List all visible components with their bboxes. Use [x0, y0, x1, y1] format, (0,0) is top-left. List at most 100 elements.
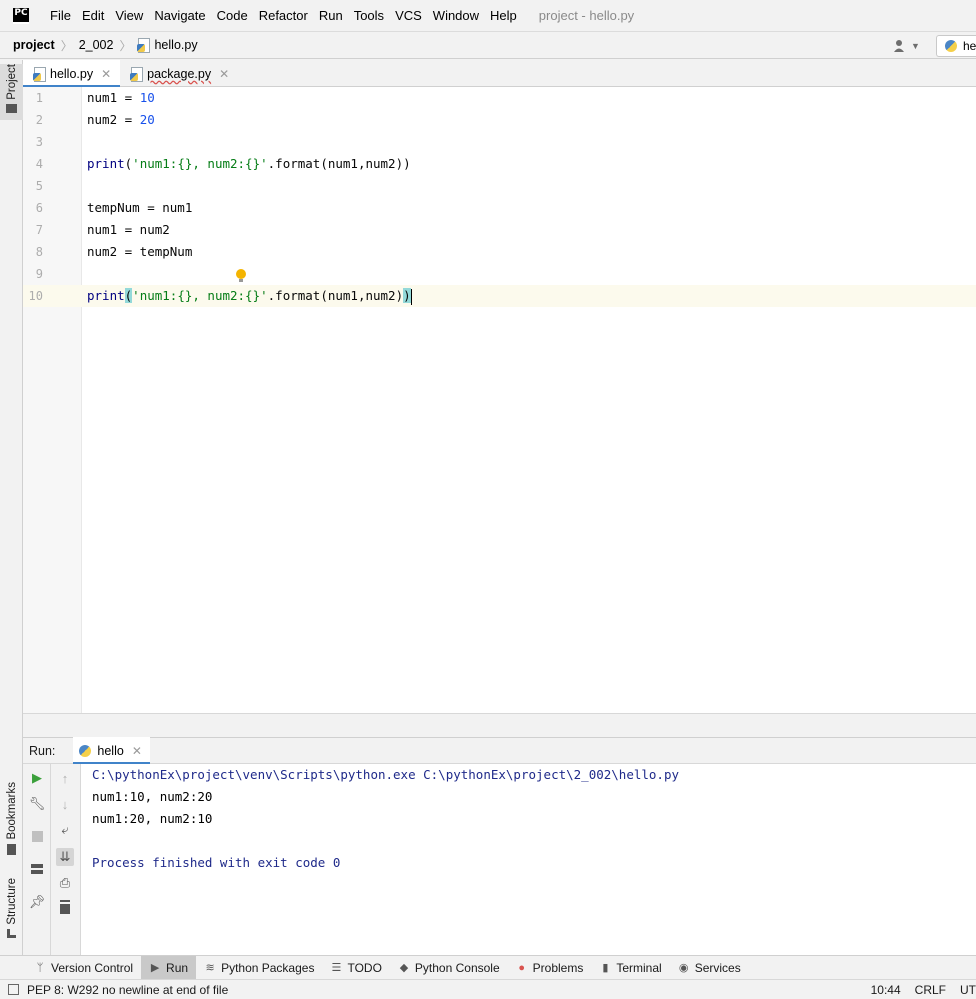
breadcrumb-project[interactable]: project	[13, 38, 55, 52]
file-encoding[interactable]: UTF-8	[960, 983, 976, 997]
matched-brace: )	[403, 288, 411, 303]
menu-tools[interactable]: Tools	[349, 0, 390, 31]
tab-hello-py[interactable]: hello.py ✕	[23, 60, 121, 88]
tool-button-label: Services	[694, 960, 741, 975]
run-tab-label: hello	[97, 743, 124, 758]
run-configuration-select[interactable]: he	[936, 35, 976, 57]
code-token: num1 = num2	[87, 222, 170, 237]
close-icon[interactable]: ✕	[101, 67, 111, 81]
print-icon[interactable]: ⎙	[58, 875, 72, 890]
tab-label: package.py	[147, 66, 212, 81]
console-line: C:\pythonEx\project\venv\Scripts\python.…	[92, 767, 679, 782]
code-token: 10	[139, 90, 155, 105]
project-tool-button[interactable]: Project	[0, 64, 23, 120]
close-icon[interactable]: ✕	[219, 67, 229, 81]
code-line[interactable]: 6 tempNum = num1	[23, 197, 976, 219]
code-token: 'num1:{}, num2:{}'	[132, 156, 268, 171]
code-line[interactable]: 4 print('num1:{}, num2:{}'.format(num1,nu…	[23, 153, 976, 175]
code-token: .format(num1,num2))	[267, 156, 411, 171]
project-tool-label: Project	[5, 64, 18, 100]
tool-button-label: TODO	[347, 960, 382, 975]
run-tab-hello[interactable]: hello ✕	[73, 737, 151, 765]
tool-button-problems[interactable]: ● Problems	[508, 956, 592, 980]
tool-button-terminal[interactable]: ▮ Terminal	[591, 956, 669, 980]
code-line[interactable]: 8 num2 = tempNum	[23, 241, 976, 263]
code-line[interactable]: 7 num1 = num2	[23, 219, 976, 241]
code-token: .format(num1,num2)	[267, 288, 404, 303]
menu-run[interactable]: Run	[314, 0, 349, 31]
line-number: 8	[35, 245, 43, 259]
menu-view[interactable]: View	[110, 0, 149, 31]
code-text: print('num1:{}, num2:{}'.format(num1,num…	[87, 285, 413, 307]
code-editor[interactable]: 1 num1 = 10 2 num2 = 20 3 4 print('num1:{}, nu…	[23, 87, 976, 713]
layers-icon: ≋	[205, 962, 215, 974]
pin-icon[interactable]: 📌︎	[29, 894, 46, 909]
tool-button-python-packages[interactable]: ≋ Python Packages	[196, 956, 322, 980]
menu-file[interactable]: File	[45, 0, 77, 31]
python-file-icon	[130, 66, 144, 82]
run-console-output[interactable]: C:\pythonEx\project\venv\Scripts\python.…	[81, 764, 976, 955]
code-token: num2 = tempNum	[87, 244, 193, 259]
left-tool-stripe: Project Bookmarks Structure	[0, 60, 23, 955]
stop-icon[interactable]	[30, 829, 44, 843]
user-account-icon[interactable]: ▼	[894, 37, 922, 55]
console-line: num1:10, num2:20	[92, 789, 213, 804]
tab-label: hello.py	[50, 66, 94, 81]
bookmarks-tool-label: Bookmarks	[5, 782, 18, 840]
menu-window[interactable]: Window	[428, 0, 485, 31]
close-icon[interactable]: ✕	[132, 744, 142, 758]
code-line[interactable]: 2 num2 = 20	[23, 109, 976, 131]
list-icon: ☰	[331, 962, 342, 974]
console-line: num1:20, num2:10	[92, 811, 213, 826]
arrow-up-icon[interactable]: ↑	[58, 771, 72, 786]
chevron-down-icon: ▼	[911, 41, 920, 51]
breadcrumb-file[interactable]: hello.py	[137, 38, 198, 53]
code-line[interactable]: 5	[23, 175, 976, 197]
bottom-tool-bar: ᛘ Version Control ▶ Run ≋ Python Packages ☰ TOD…	[0, 955, 976, 980]
line-separator[interactable]: CRLF	[915, 983, 946, 997]
code-line[interactable]: 10 print('num1:{}, num2:{}'.format(num1,n…	[23, 285, 976, 307]
scroll-to-end-icon[interactable]: ⇊	[56, 848, 74, 866]
breadcrumb-folder[interactable]: 2_002	[79, 38, 114, 52]
tool-button-label: Problems	[532, 960, 584, 975]
tab-package-py[interactable]: package.py ✕	[120, 60, 238, 87]
menu-vcs[interactable]: VCS	[390, 0, 428, 31]
menu-refactor[interactable]: Refactor	[254, 0, 314, 31]
arrow-down-icon[interactable]: ↓	[58, 797, 72, 812]
code-text: num1 = 10	[87, 87, 155, 109]
menu-edit[interactable]: Edit	[77, 0, 110, 31]
bookmark-icon	[7, 843, 16, 855]
code-line[interactable]: 1 num1 = 10	[23, 87, 976, 109]
tool-windows-toggle-icon[interactable]	[8, 984, 19, 995]
code-text: print('num1:{}, num2:{}'.format(num1,num…	[87, 153, 411, 175]
code-line[interactable]: 9	[23, 263, 976, 285]
menu-help[interactable]: Help	[485, 0, 523, 31]
menu-bar: PC File Edit View Navigate Code Refactor…	[0, 0, 976, 31]
bookmarks-tool-button[interactable]: Bookmarks	[0, 782, 23, 855]
soft-wrap-icon[interactable]: ⤶	[58, 822, 72, 837]
tool-button-version-control[interactable]: ᛘ Version Control	[26, 956, 141, 980]
line-number: 5	[35, 179, 43, 193]
trash-icon[interactable]	[58, 901, 72, 915]
menu-code[interactable]: Code	[212, 0, 254, 31]
caret-position[interactable]: 10:44	[871, 983, 901, 997]
structure-tool-button[interactable]: Structure	[0, 878, 23, 938]
tool-button-python-console[interactable]: ◆ Python Console	[390, 956, 508, 980]
tool-button-services[interactable]: ◉ Services	[670, 956, 749, 980]
code-text: num2 = 20	[87, 109, 155, 131]
window-title: project - hello.py	[538, 8, 635, 23]
layout-icon[interactable]	[30, 862, 44, 876]
line-number: 1	[35, 91, 43, 105]
wrench-icon[interactable]: 🔧︎	[29, 796, 46, 811]
run-toolbar-secondary: ↑ ↓ ⤶ ⇊ ⎙	[51, 764, 81, 955]
rerun-icon[interactable]: ▶	[30, 770, 44, 785]
tool-button-label: Python Console	[414, 960, 500, 975]
status-message[interactable]: PEP 8: W292 no newline at end of file	[27, 983, 228, 997]
code-line[interactable]: 3	[23, 131, 976, 153]
lightbulb-icon[interactable]	[236, 269, 246, 283]
tool-button-todo[interactable]: ☰ TODO	[322, 956, 389, 980]
editor-tab-bar: hello.py ✕ package.py ✕	[23, 60, 976, 88]
services-icon: ◉	[678, 962, 689, 974]
menu-navigate[interactable]: Navigate	[149, 0, 211, 31]
tool-button-run[interactable]: ▶ Run	[141, 955, 197, 980]
